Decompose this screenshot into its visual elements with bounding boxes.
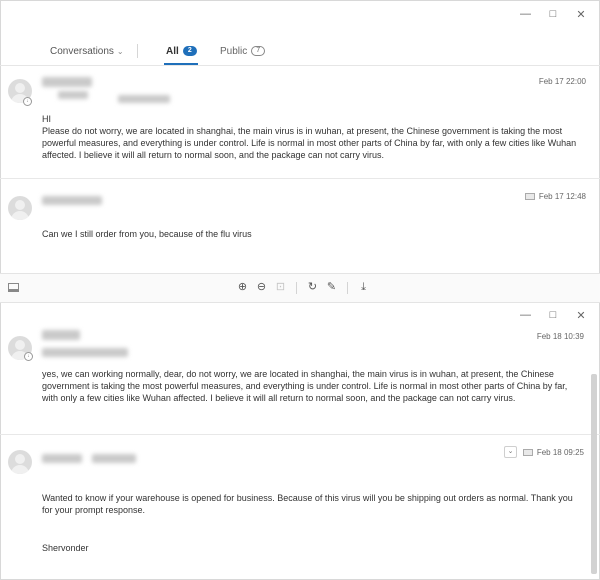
tab-divider	[137, 44, 138, 58]
sender-detail-redacted	[58, 91, 88, 99]
message-timestamp: Feb 18 09:25	[536, 448, 584, 457]
viewer-toolbar: ⊕ ⊖ ⊡ ↻ ✎ ⤓	[0, 273, 600, 303]
conversation-item[interactable]: Feb 17 12:48 Can we I still order from y…	[0, 180, 600, 273]
conversation-item[interactable]: ↓ Feb 18 10:39 yes, we can working norma…	[0, 322, 600, 435]
sender-detail-redacted	[92, 454, 136, 463]
sender-detail-redacted	[118, 95, 170, 103]
tab-public-count-badge: 7	[251, 46, 266, 57]
toolbar-icon-group: ⊕ ⊖ ⊡ ↻ ✎ ⤓	[236, 281, 370, 294]
window-controls: — □ ✕	[520, 8, 586, 21]
sender-name-redacted	[42, 77, 92, 87]
maximize-button[interactable]: □	[548, 309, 558, 322]
close-button[interactable]: ✕	[576, 309, 586, 322]
tab-all-count-badge: 2	[182, 46, 197, 57]
conversations-label: Conversations	[50, 46, 114, 57]
close-button[interactable]: ✕	[576, 8, 586, 21]
maximize-button[interactable]: □	[548, 8, 558, 21]
rotate-icon[interactable]: ↻	[306, 281, 319, 294]
scrollbar[interactable]	[591, 374, 597, 574]
message-body: HI Please do not worry, we are located i…	[42, 113, 590, 161]
tab-public[interactable]: Public 7	[220, 46, 266, 57]
toolbar-divider	[296, 281, 297, 294]
conversations-dropdown[interactable]: Conversations ⌄	[50, 46, 124, 57]
tab-bar: Conversations ⌄ All 2 Public 7	[0, 38, 600, 66]
message-text: Please do not worry, we are located in s…	[42, 126, 577, 160]
email-icon	[524, 193, 535, 201]
avatar	[8, 450, 32, 474]
chevron-down-icon: ⌄	[116, 47, 124, 56]
zoom-out-icon[interactable]: ⊖	[255, 281, 268, 294]
status-icon: ↓	[24, 352, 33, 361]
window-controls: — □ ✕	[520, 309, 586, 322]
zoom-in-icon[interactable]: ⊕	[236, 281, 249, 294]
edit-icon[interactable]: ✎	[325, 281, 338, 294]
sender-name-redacted	[42, 454, 82, 463]
message-timestamp-row: Feb 18 09:25	[522, 448, 584, 457]
sender-name-redacted	[42, 196, 102, 205]
minimize-button[interactable]: —	[520, 309, 531, 322]
minimize-button[interactable]: —	[520, 8, 531, 21]
message-signature: Shervonder	[42, 543, 89, 553]
email-icon	[522, 449, 533, 457]
tab-all[interactable]: All 2	[166, 46, 197, 57]
conversation-item[interactable]: ⌄ Feb 18 09:25 Wanted to know if your wa…	[0, 436, 600, 576]
chevron-down-icon[interactable]: ⌄	[504, 446, 517, 458]
message-timestamp-row: Feb 17 12:48	[524, 192, 586, 201]
sender-name-redacted	[42, 330, 80, 340]
toolbar-divider	[347, 281, 348, 294]
active-tab-indicator	[164, 63, 198, 65]
message-text: yes, we can working normally, dear, do n…	[42, 369, 568, 403]
sender-detail-redacted	[42, 348, 128, 357]
message-timestamp: Feb 17 22:00	[538, 77, 586, 86]
tab-public-label: Public	[220, 46, 248, 57]
message-text: Can we I still order from you, because o…	[42, 229, 252, 239]
message-timestamp: Feb 17 12:48	[538, 192, 586, 201]
panel-icon[interactable]	[8, 283, 19, 292]
message-greeting: HI	[42, 114, 51, 124]
message-timestamp: Feb 18 10:39	[536, 332, 584, 341]
avatar	[8, 196, 32, 220]
download-icon[interactable]: ⤓	[357, 281, 370, 294]
tab-all-label: All	[166, 46, 179, 57]
conversation-item[interactable]: ↓ Feb 17 22:00 HI Please do not worry, w…	[0, 67, 600, 179]
message-text: Wanted to know if your warehouse is open…	[42, 493, 573, 515]
status-icon: ↓	[23, 97, 32, 106]
fit-icon[interactable]: ⊡	[274, 281, 287, 294]
